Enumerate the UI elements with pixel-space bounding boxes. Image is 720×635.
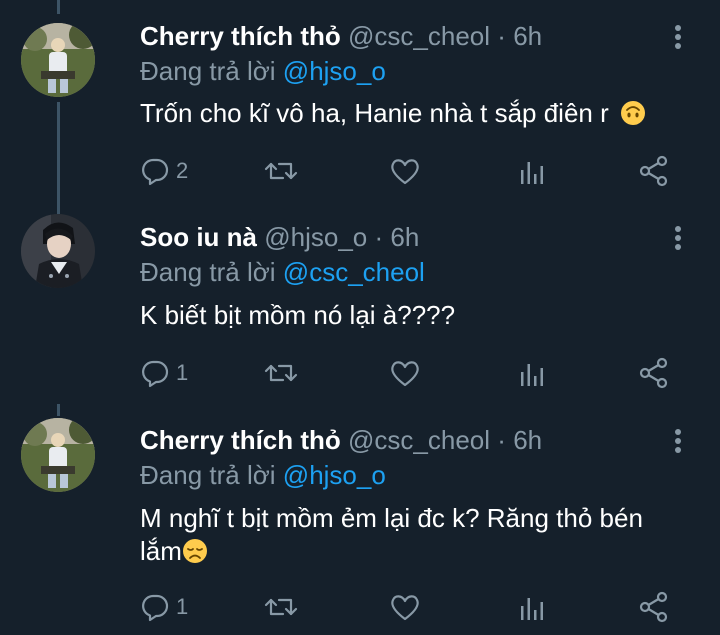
share-button[interactable] bbox=[638, 154, 670, 188]
retweet-icon bbox=[264, 162, 298, 180]
share-icon bbox=[639, 357, 668, 389]
display-name[interactable]: Cherry thích thỏ bbox=[140, 21, 341, 51]
retweet-icon bbox=[264, 598, 298, 616]
timestamp[interactable]: 6h bbox=[390, 222, 419, 252]
tweet-text-container: Trốn cho kĩ vô ha, Hanie nhà t sắp điên … bbox=[140, 97, 700, 130]
analytics-icon bbox=[521, 162, 543, 184]
action-bar: 1 bbox=[140, 356, 680, 390]
tweet-header: Cherry thích thỏ @csc_cheol · 6h bbox=[140, 425, 542, 455]
analytics-button[interactable] bbox=[519, 590, 545, 624]
replying-to: Đang trả lời @hjso_o bbox=[140, 460, 386, 490]
tweet-text: M nghĩ t bịt mồm ẻm lại đc k? Răng thỏ b… bbox=[140, 503, 643, 566]
heart-icon bbox=[391, 159, 419, 185]
display-name[interactable]: Cherry thích thỏ bbox=[140, 425, 341, 455]
reply-count: 1 bbox=[176, 360, 189, 385]
replying-to: Đang trả lời @hjso_o bbox=[140, 56, 386, 86]
retweet-button[interactable] bbox=[264, 154, 298, 188]
tweet-text-container: K biết bịt mồm nó lại à???? bbox=[140, 299, 700, 332]
reply-button[interactable]: 2 bbox=[140, 154, 188, 188]
tweet-text-container: M nghĩ t bịt mồm ẻm lại đc k? Răng thỏ b… bbox=[140, 502, 685, 568]
avatar[interactable] bbox=[21, 214, 95, 288]
retweet-button[interactable] bbox=[264, 356, 298, 390]
like-button[interactable] bbox=[389, 356, 421, 390]
disappointed-face-icon bbox=[182, 538, 208, 564]
tweet[interactable]: Cherry thích thỏ @csc_cheol · 6h Đang tr… bbox=[0, 0, 720, 205]
reply-icon bbox=[142, 360, 169, 388]
thread-line bbox=[57, 404, 60, 416]
replying-label: Đang trả lời bbox=[140, 460, 276, 490]
separator-dot: · bbox=[497, 21, 506, 51]
analytics-button[interactable] bbox=[519, 154, 545, 188]
tweet-text: Trốn cho kĩ vô ha, Hanie nhà t sắp điên … bbox=[140, 98, 609, 128]
upside-down-face-icon bbox=[620, 100, 646, 126]
timestamp[interactable]: 6h bbox=[513, 21, 542, 51]
reply-icon bbox=[142, 158, 169, 186]
analytics-button[interactable] bbox=[519, 356, 545, 390]
like-button[interactable] bbox=[389, 590, 421, 624]
heart-icon bbox=[391, 595, 419, 621]
user-handle[interactable]: @csc_cheol bbox=[348, 21, 490, 51]
reply-icon bbox=[142, 594, 169, 622]
analytics-icon bbox=[521, 364, 543, 386]
retweet-button[interactable] bbox=[264, 590, 298, 624]
share-icon bbox=[639, 591, 668, 623]
retweet-icon bbox=[264, 364, 298, 382]
user-handle[interactable]: @hjso_o bbox=[264, 222, 367, 252]
replying-to: Đang trả lời @csc_cheol bbox=[140, 257, 425, 287]
timestamp[interactable]: 6h bbox=[513, 425, 542, 455]
mention-link[interactable]: @hjso_o bbox=[283, 56, 386, 86]
action-bar: 1 bbox=[140, 590, 680, 624]
like-button[interactable] bbox=[389, 154, 421, 188]
user-handle[interactable]: @csc_cheol bbox=[348, 425, 490, 455]
share-icon bbox=[639, 155, 668, 187]
more-vertical-icon[interactable] bbox=[671, 427, 685, 457]
reply-count: 1 bbox=[176, 594, 189, 619]
action-bar: 2 bbox=[140, 154, 680, 188]
share-button[interactable] bbox=[638, 356, 670, 390]
more-vertical-icon[interactable] bbox=[671, 23, 685, 53]
replying-label: Đang trả lời bbox=[140, 56, 276, 86]
mention-link[interactable]: @csc_cheol bbox=[283, 257, 425, 287]
reply-button[interactable]: 1 bbox=[140, 590, 188, 624]
replying-label: Đang trả lời bbox=[140, 257, 276, 287]
separator-dot: · bbox=[497, 425, 506, 455]
reply-button[interactable]: 1 bbox=[140, 356, 188, 390]
avatar[interactable] bbox=[21, 23, 95, 97]
avatar[interactable] bbox=[21, 418, 95, 492]
analytics-icon bbox=[521, 598, 543, 620]
more-vertical-icon[interactable] bbox=[671, 224, 685, 254]
tweet-header: Soo iu nà @hjso_o · 6h bbox=[140, 222, 419, 252]
heart-icon bbox=[391, 361, 419, 387]
mention-link[interactable]: @hjso_o bbox=[283, 460, 386, 490]
separator-dot: · bbox=[374, 222, 384, 252]
reply-count: 2 bbox=[176, 158, 189, 183]
tweet-text: K biết bịt mồm nó lại à???? bbox=[140, 300, 456, 330]
tweet-header: Cherry thích thỏ @csc_cheol · 6h bbox=[140, 21, 542, 51]
display-name[interactable]: Soo iu nà bbox=[140, 222, 257, 252]
share-button[interactable] bbox=[638, 590, 670, 624]
